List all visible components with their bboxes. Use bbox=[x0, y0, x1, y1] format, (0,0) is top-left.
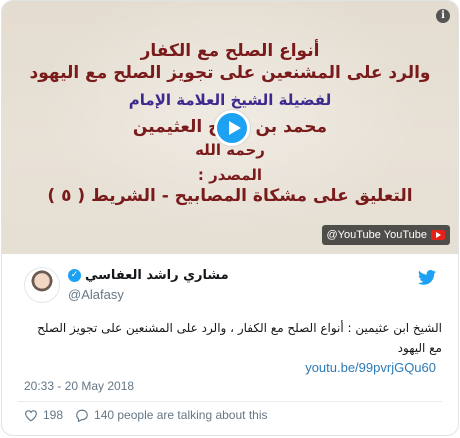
embedded-tweet-card: أنواع الصلح مع الكفار والرد على المشنعين… bbox=[1, 0, 459, 436]
tweet-text: الشيخ ابن عثيمين : أنواع الصلح مع الكفار… bbox=[37, 321, 442, 355]
video-title-line-1: أنواع الصلح مع الكفار bbox=[140, 41, 320, 61]
conversation-action[interactable]: 140 people are talking about this bbox=[75, 408, 268, 422]
author-name-row[interactable]: مشاري راشد العفاسي ✓ bbox=[68, 268, 229, 283]
video-title-line-6: المصدر : bbox=[197, 166, 263, 184]
like-action[interactable]: 198 bbox=[24, 408, 63, 422]
youtube-badge-text: @YouTube YouTube bbox=[326, 229, 427, 241]
video-title-line-7: التعليق على مشكاة المصابيح - الشريط ( ٥ … bbox=[47, 186, 413, 206]
youtube-logo-icon bbox=[431, 230, 445, 240]
tweet-actions: 198 140 people are talking about this bbox=[24, 408, 268, 422]
youtube-badge[interactable]: @YouTube YouTube bbox=[321, 225, 450, 245]
divider bbox=[18, 401, 442, 402]
tweet-timestamp[interactable]: 20:33 - 20 May 2018 bbox=[24, 379, 134, 393]
verified-icon: ✓ bbox=[68, 269, 81, 282]
author-handle[interactable]: @Alafasy bbox=[68, 287, 124, 302]
reply-bubble-icon bbox=[76, 409, 88, 422]
author-name[interactable]: مشاري راشد العفاسي bbox=[85, 268, 229, 283]
conversation-count: 140 people are talking about this bbox=[94, 408, 268, 422]
tweet-body: مشاري راشد العفاسي ✓ @Alafasy الشيخ ابن … bbox=[2, 254, 458, 435]
video-title-line-3: لفضيلة الشيخ العلامة الإمام bbox=[128, 91, 332, 109]
tweet-link[interactable]: youtu.be/99pvrjGQu60 bbox=[305, 360, 436, 375]
heart-icon bbox=[25, 409, 37, 421]
play-icon[interactable] bbox=[214, 110, 250, 146]
like-count: 198 bbox=[43, 408, 64, 422]
twitter-bird-icon[interactable] bbox=[418, 270, 436, 285]
avatar[interactable] bbox=[24, 267, 60, 303]
video-title-line-2: والرد على المشنعين على تجويز الصلح مع ال… bbox=[29, 63, 431, 83]
info-icon[interactable]: i bbox=[436, 9, 450, 23]
video-preview[interactable]: أنواع الصلح مع الكفار والرد على المشنعين… bbox=[2, 1, 458, 254]
